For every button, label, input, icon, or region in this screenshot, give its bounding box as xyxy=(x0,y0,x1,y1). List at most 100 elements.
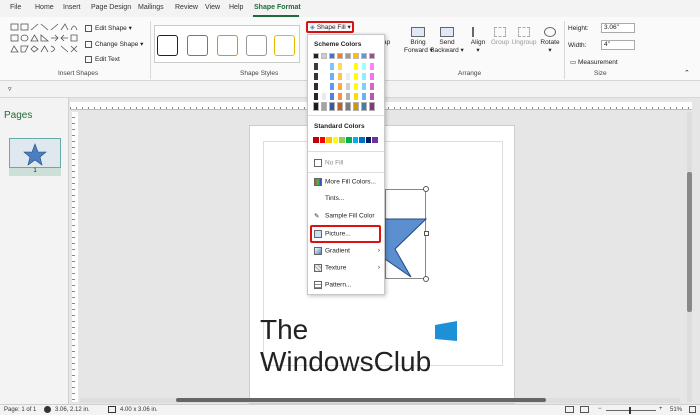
measurement-button[interactable]: ▭ Measurement xyxy=(570,58,618,66)
fit-page-icon[interactable] xyxy=(689,406,696,413)
standard-color-swatch[interactable] xyxy=(372,137,378,143)
zoom-slider[interactable] xyxy=(606,407,656,414)
color-swatch[interactable] xyxy=(353,92,359,101)
color-swatch[interactable] xyxy=(353,72,359,81)
height-input[interactable]: 3.06" xyxy=(601,23,635,33)
two-page-view-icon[interactable] xyxy=(580,406,589,413)
sample-fill-color-item[interactable]: ✎ Sample Fill Color xyxy=(314,212,375,220)
color-swatch[interactable] xyxy=(369,62,375,71)
color-swatch[interactable] xyxy=(345,82,351,91)
page-thumbnail[interactable] xyxy=(9,138,61,168)
color-swatch[interactable] xyxy=(369,92,375,101)
tab-home[interactable]: Home xyxy=(35,4,54,11)
status-page[interactable]: Page: 1 of 1 xyxy=(4,407,36,413)
standard-color-swatch[interactable] xyxy=(332,137,339,143)
color-swatch[interactable] xyxy=(353,82,359,91)
color-swatch[interactable] xyxy=(321,53,327,59)
resize-handle[interactable] xyxy=(423,276,429,282)
color-swatch[interactable] xyxy=(361,92,367,101)
color-swatch[interactable] xyxy=(345,102,351,111)
color-swatch[interactable] xyxy=(345,92,351,101)
color-swatch[interactable] xyxy=(345,62,351,71)
ungroup-button[interactable]: Ungroup xyxy=(511,27,537,46)
align-button[interactable]: Align ▾ xyxy=(467,27,489,54)
color-swatch[interactable] xyxy=(369,82,375,91)
standard-color-swatch[interactable] xyxy=(365,137,372,143)
tab-shape-format[interactable]: Shape Format xyxy=(254,4,301,11)
color-swatch[interactable] xyxy=(361,82,367,91)
tab-review[interactable]: Review xyxy=(175,4,198,11)
shape-style-black[interactable] xyxy=(157,35,178,56)
customize-qat-icon[interactable]: ▿ xyxy=(8,85,12,93)
color-swatch[interactable] xyxy=(369,72,375,81)
standard-color-swatch[interactable] xyxy=(346,137,352,143)
bring-forward-button[interactable]: Bring Forward ▾ xyxy=(404,27,433,54)
send-backward-button[interactable]: Send Backward ▾ xyxy=(430,27,464,54)
tab-view[interactable]: View xyxy=(205,4,220,11)
shapes-gallery[interactable] xyxy=(9,22,81,60)
pattern-item[interactable]: Pattern... xyxy=(314,281,351,289)
color-swatch[interactable] xyxy=(313,92,319,101)
tab-mailings[interactable]: Mailings xyxy=(138,4,164,11)
color-swatch[interactable] xyxy=(337,102,343,111)
resize-handle[interactable] xyxy=(424,231,429,236)
shape-style-yellow[interactable] xyxy=(274,35,295,56)
color-swatch[interactable] xyxy=(329,72,335,81)
color-swatch[interactable] xyxy=(337,82,343,91)
color-swatch[interactable] xyxy=(353,53,359,59)
texture-item[interactable]: Texture › xyxy=(314,264,380,272)
tab-help[interactable]: Help xyxy=(229,4,243,11)
tints-item[interactable]: Tints... xyxy=(314,195,344,202)
resize-handle[interactable] xyxy=(423,186,429,192)
standard-color-swatch[interactable] xyxy=(339,137,345,143)
vertical-scrollbar[interactable] xyxy=(687,112,692,402)
zoom-level[interactable]: 51% xyxy=(670,407,682,413)
star-shape[interactable] xyxy=(385,189,427,279)
width-input[interactable]: 4" xyxy=(601,40,635,50)
zoom-out-icon[interactable]: − xyxy=(598,406,602,412)
color-swatch[interactable] xyxy=(329,92,335,101)
change-shape-button[interactable]: Change Shape ▾ xyxy=(85,40,143,48)
color-swatch[interactable] xyxy=(313,53,319,59)
color-swatch[interactable] xyxy=(337,72,343,81)
color-swatch[interactable] xyxy=(321,72,327,81)
gradient-item[interactable]: Gradient › xyxy=(314,247,380,255)
color-swatch[interactable] xyxy=(345,72,351,81)
color-swatch[interactable] xyxy=(369,53,375,59)
color-swatch[interactable] xyxy=(353,62,359,71)
collapse-ribbon-icon[interactable]: ⌃ xyxy=(684,69,690,77)
color-swatch[interactable] xyxy=(313,102,319,111)
color-swatch[interactable] xyxy=(361,53,367,59)
edit-shape-button[interactable]: Edit Shape ▾ xyxy=(85,24,132,32)
color-swatch[interactable] xyxy=(313,82,319,91)
standard-color-swatch[interactable] xyxy=(313,137,319,143)
zoom-slider-thumb[interactable] xyxy=(629,407,631,414)
color-swatch[interactable] xyxy=(313,62,319,71)
shape-style-orange[interactable] xyxy=(217,35,238,56)
zoom-in-icon[interactable]: + xyxy=(659,406,663,412)
more-fill-colors-item[interactable]: More Fill Colors... xyxy=(314,178,376,186)
standard-color-swatch[interactable] xyxy=(359,137,365,143)
color-swatch[interactable] xyxy=(337,92,343,101)
color-swatch[interactable] xyxy=(321,82,327,91)
color-swatch[interactable] xyxy=(321,92,327,101)
color-swatch[interactable] xyxy=(369,102,375,111)
edit-text-button[interactable]: Edit Text xyxy=(85,56,120,63)
color-swatch[interactable] xyxy=(345,53,351,59)
color-swatch[interactable] xyxy=(329,82,335,91)
color-swatch[interactable] xyxy=(337,62,343,71)
tab-file[interactable]: File xyxy=(10,4,21,11)
color-swatch[interactable] xyxy=(329,102,335,111)
color-swatch[interactable] xyxy=(337,53,343,59)
color-swatch[interactable] xyxy=(321,62,327,71)
horizontal-scrollbar[interactable] xyxy=(80,398,680,403)
horizontal-scroll-thumb[interactable] xyxy=(176,398,546,402)
rotate-button[interactable]: Rotate ▾ xyxy=(538,27,562,54)
standard-color-swatch[interactable] xyxy=(319,137,326,143)
standard-color-swatch[interactable] xyxy=(352,137,359,143)
color-swatch[interactable] xyxy=(361,62,367,71)
color-swatch[interactable] xyxy=(329,62,335,71)
color-swatch[interactable] xyxy=(361,72,367,81)
color-swatch[interactable] xyxy=(313,72,319,81)
tab-page-design[interactable]: Page Design xyxy=(91,4,131,11)
